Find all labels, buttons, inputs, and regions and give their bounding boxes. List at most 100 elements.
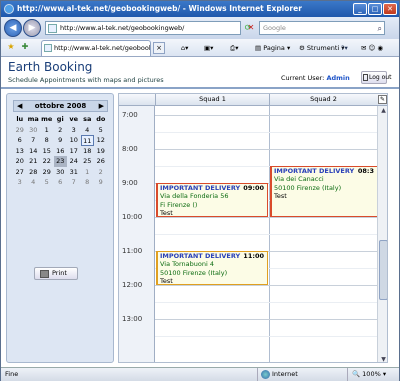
minimize-button[interactable]: _ [353,3,367,15]
calendar-day[interactable]: 9 [94,177,108,188]
stop-icon[interactable]: ✕ [245,22,257,34]
appointment[interactable]: IMPORTANT DELIVERY Via Tornabuoni 4 50100 … [156,250,268,285]
calendar-day[interactable]: 11 [80,135,94,146]
user-link[interactable]: Admin [326,74,349,82]
print-menu-icon[interactable]: ⎙▾ [230,42,238,54]
calendar-day[interactable]: 1 [81,167,95,178]
calendar-day[interactable]: 7 [67,177,81,188]
calendar-day[interactable]: 25 [81,156,95,167]
search-icon[interactable]: ⌕ [378,23,382,35]
app-subtitle: Schedule Appointments with maps and pict… [8,76,164,84]
calendar-day[interactable]: 27 [13,167,27,178]
calendar-day[interactable]: 31 [67,167,81,178]
maximize-button[interactable]: □ [368,3,382,15]
calendar-day[interactable]: 15 [40,146,54,157]
new-tab-button[interactable]: × [153,42,165,54]
calendar-day[interactable]: 9 [54,135,68,146]
calendar-day[interactable]: 18 [81,146,95,157]
calendar-day[interactable]: 21 [27,156,41,167]
scroll-thumb[interactable] [379,240,387,300]
window-title: http://www.al-tek.net/geobookingweb/ - W… [17,4,302,13]
calendar-day[interactable]: 7 [27,135,41,146]
calendar-day[interactable]: 17 [67,146,81,157]
calendar-day[interactable]: 2 [94,167,108,178]
calendar-day[interactable]: 12 [94,135,108,146]
print-button[interactable]: Print [34,267,78,280]
calendar-day[interactable]: 22 [40,156,54,167]
calendar-day[interactable]: 4 [81,125,95,136]
calendar-day[interactable]: 16 [54,146,68,157]
time-label: 11:00 [122,246,143,255]
calendar-day[interactable]: 28 [27,167,41,178]
page-content: Earth Booking Schedule Appointments with… [1,57,399,367]
appointment[interactable]: IMPORTANT DELIVERY Via della Fonderia 56 F… [156,182,268,217]
globe-icon [261,370,270,379]
appointment-city: 50100 Firenze (Italy) [160,268,228,277]
zoom-icon: 🔍 [352,370,361,378]
page-menu-label: Pagina [263,44,285,52]
calendar-day[interactable]: 1 [40,125,54,136]
calendar-day[interactable]: 29 [40,167,54,178]
calendar-day[interactable]: 2 [54,125,68,136]
hour-line [155,318,377,320]
hour-line [155,114,377,116]
calendar-day[interactable]: 3 [67,125,81,136]
current-user-label: Current User: [281,74,325,82]
security-zone[interactable]: Internet [257,368,337,381]
back-button[interactable]: ◀ [4,19,22,37]
help-icon[interactable]: ?▾ [341,42,348,54]
close-window-button[interactable]: ✕ [383,3,397,15]
address-input[interactable]: http://www.al-tek.net/geobookingweb/ [45,21,241,35]
weekday-label: ve [69,115,79,123]
calendar-day[interactable]: 5 [40,177,54,188]
home-icon[interactable]: ⌂▾ [181,42,188,54]
calendar-day[interactable]: 20 [13,156,27,167]
calendar-day[interactable]: 14 [27,146,41,157]
calendar: ◀ ottobre 2008 ▶ lu ma me gi ve sa do 29 30 1 2 3 4 5… [13,100,108,188]
time-label: 7:00 [122,110,138,119]
zone-label: Internet [272,370,298,378]
calendar-day[interactable]: 8 [81,177,95,188]
appointment[interactable]: IMPORTANT DELIVERY Via dei Canacci 50100 F… [270,165,378,217]
favorites-star-icon[interactable]: ★ [5,41,17,53]
vertical-scrollbar[interactable]: ▲ ▼ [377,106,387,362]
calendar-day[interactable]: 30 [27,125,41,136]
browser-tab[interactable]: http://www.al-tek.net/geobookingweb/ [41,40,151,56]
calendar-day[interactable]: 19 [94,146,108,157]
scheduler-header: Squad 1 Squad 2 ✎ [119,94,387,106]
calendar-day[interactable]: 3 [13,177,27,188]
calendar-day[interactable]: 10 [67,135,81,146]
calendar-day[interactable]: 24 [67,156,81,167]
feeds-icon[interactable]: ▣▾ [204,42,213,54]
search-input[interactable]: Google ⌕ [259,21,385,35]
favorites-bar: ★ ✚ http://www.al-tek.net/geobookingweb/… [1,39,399,57]
page-icon [48,24,57,33]
calendar-day[interactable]: 26 [94,156,108,167]
add-favorites-icon[interactable]: ✚ [19,41,31,53]
calendar-day[interactable]: 6 [13,135,27,146]
extra-icons[interactable]: ✉ ☺ ◉ [361,42,383,54]
calendar-day[interactable]: 6 [54,177,68,188]
appointment-address: Via dei Canacci [274,175,324,183]
logout-button[interactable]: Log out [361,71,391,84]
calendar-day[interactable]: 8 [40,135,54,146]
page-menu[interactable]: ▤ Pagina ▾ [255,42,290,54]
edit-icon[interactable]: ✎ [378,95,387,104]
next-month-button[interactable]: ▶ [99,101,104,112]
calendar-day[interactable]: 29 [13,125,27,136]
tab-page-icon [44,44,52,52]
calendar-day[interactable]: 23 [53,156,67,167]
scroll-up-icon[interactable]: ▲ [379,106,387,115]
tools-menu[interactable]: ⚙ Strumenti ▾ [299,42,345,54]
calendar-day[interactable]: 5 [94,125,108,136]
column-squad-2: Squad 2 [269,94,377,106]
prev-month-button[interactable]: ◀ [17,101,22,112]
forward-button[interactable]: ▶ [23,19,41,37]
scroll-down-icon[interactable]: ▼ [379,355,387,362]
tools-menu-label: Strumenti [306,44,340,52]
calendar-day[interactable]: 30 [54,167,68,178]
calendar-day[interactable]: 4 [27,177,41,188]
calendar-day[interactable]: 13 [13,146,27,157]
zoom-control[interactable]: 🔍 100% ▾ [347,368,395,381]
month-label: ottobre 2008 [34,102,87,110]
